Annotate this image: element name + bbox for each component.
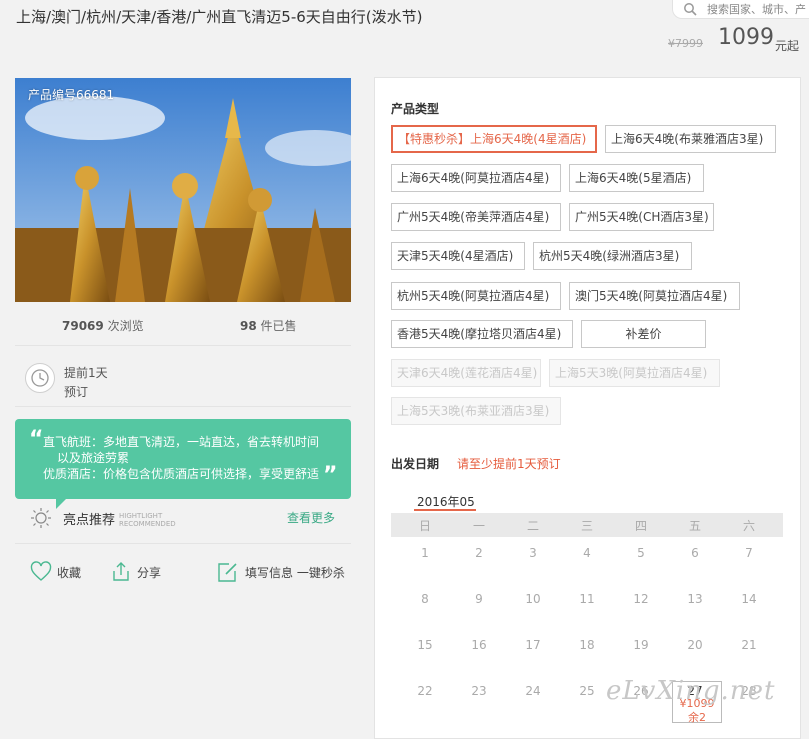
weekday-mon: 一 — [472, 519, 485, 533]
calendar-day: 8 — [421, 592, 429, 606]
calendar-month[interactable]: 2016年05 — [417, 493, 475, 510]
search-box[interactable]: 搜索国家、城市、产 — [672, 0, 809, 19]
quick-buy-label[interactable]: 填写信息 一键秒杀 — [245, 564, 345, 581]
calendar-day: 2 — [475, 546, 483, 560]
quick-buy-button[interactable]: 填写信息 一键秒杀 — [217, 561, 347, 583]
product-option[interactable]: 广州5天4晚(帝美萍酒店4星) — [391, 203, 561, 231]
sold-count-label: 件已售 — [260, 319, 297, 333]
sun-icon — [31, 508, 51, 528]
original-price: ¥7999 — [668, 37, 703, 50]
calendar-day: 12 — [633, 592, 649, 606]
search-icon — [684, 3, 697, 16]
highlight-line: 优质酒店：价格包含优质酒店可供选择，享受更舒适 — [43, 467, 320, 481]
highlight-label-en-2: RECOMMENDED — [119, 520, 176, 528]
advance-line1: 提前1天 — [64, 366, 108, 380]
quote-open-icon: “ — [29, 427, 44, 452]
weekday-thu: 四 — [634, 519, 647, 533]
highlight-label-en-1: HIGHTLIGHT — [119, 512, 163, 520]
highlight-tail — [56, 499, 66, 509]
clock-icon — [25, 363, 55, 393]
price-unit: 元起 — [775, 39, 800, 53]
calendar-day: 21 — [741, 638, 757, 652]
highlight-line: 以及旅途劳累 — [57, 451, 130, 465]
calendar-day: 3 — [529, 546, 537, 560]
calendar-day: 22 — [417, 684, 433, 698]
share-button[interactable]: 分享 — [110, 561, 170, 583]
product-title: 上海/澳门/杭州/天津/香港/广州直飞清迈5-6天自由行(泼水节) — [16, 8, 423, 26]
view-count-value: 79069 — [62, 319, 104, 333]
calendar-day: 11 — [579, 592, 595, 606]
share-icon — [113, 562, 129, 581]
calendar-day: 7 — [745, 546, 753, 560]
product-option-disabled: 上海5天3晚(布莱亚酒店3星) — [391, 397, 561, 425]
advance-booking: 提前1天 预订 — [64, 364, 108, 402]
advance-line2: 预订 — [64, 385, 89, 399]
calendar-day: 5 — [637, 546, 645, 560]
calendar-day: 6 — [691, 546, 699, 560]
product-option[interactable]: 澳门5天4晚(阿莫拉酒店4星) — [569, 282, 740, 310]
product-photo — [15, 78, 351, 302]
sold-count: 98 件已售 — [240, 317, 297, 334]
divider — [15, 345, 351, 346]
see-more-link[interactable]: 查看更多 — [287, 509, 335, 526]
weekday-fri: 五 — [688, 519, 701, 533]
weekday-sun: 日 — [418, 519, 431, 533]
view-count: 79069 次浏览 — [62, 317, 144, 334]
highlight-box: “ 直飞航班：多地直飞清迈，一站直达，省去转机时间 以及旅途劳累 优质酒店：价格… — [15, 419, 351, 499]
highlight-line: 直飞航班：多地直飞清迈，一站直达，省去转机时间 — [43, 435, 320, 449]
search-placeholder[interactable]: 搜索国家、城市、产 — [707, 1, 806, 17]
product-option[interactable]: 上海6天4晚(阿莫拉酒店4星) — [391, 164, 561, 192]
product-option[interactable]: 杭州5天4晚(绿洲酒店3星) — [533, 242, 692, 270]
divider — [15, 543, 351, 544]
share-label[interactable]: 分享 — [137, 564, 161, 581]
calendar-month-underline — [414, 509, 476, 511]
favorite-label[interactable]: 收藏 — [57, 564, 81, 581]
product-option-disabled: 天津6天4晚(莲花酒店4星) — [391, 359, 541, 387]
calendar-day: 20 — [687, 638, 703, 652]
product-option-disabled: 上海5天3晚(阿莫拉酒店4星) — [549, 359, 720, 387]
product-option[interactable]: 杭州5天4晚(阿莫拉酒店4星) — [391, 282, 561, 310]
weekday-tue: 二 — [526, 519, 539, 533]
calendar-day: 14 — [741, 592, 757, 606]
edit-icon — [218, 563, 237, 582]
product-type-label: 产品类型 — [391, 102, 440, 116]
heart-icon — [30, 561, 52, 581]
calendar-day-remaining[interactable]: 余2 — [672, 709, 722, 725]
calendar-day: 15 — [417, 638, 433, 652]
current-price: 1099 — [718, 25, 774, 50]
weekday-sat: 六 — [742, 519, 755, 533]
product-option[interactable]: 天津5天4晚(4星酒店) — [391, 242, 525, 270]
calendar-day: 9 — [475, 592, 483, 606]
calendar-day: 13 — [687, 592, 703, 606]
sold-count-value: 98 — [240, 319, 257, 333]
product-option[interactable]: 上海6天4晚(5星酒店) — [569, 164, 704, 192]
favorite-button[interactable]: 收藏 — [30, 561, 90, 583]
calendar-day: 10 — [525, 592, 541, 606]
divider — [15, 406, 351, 407]
quote-close-icon: ” — [323, 463, 338, 488]
product-number: 产品编号66681 — [28, 88, 115, 102]
view-count-label: 次浏览 — [107, 319, 144, 333]
product-option-selected[interactable]: 【特惠秒杀】上海6天4晚(4星酒店) — [391, 125, 597, 153]
calendar-day: 4 — [583, 546, 591, 560]
departure-note: 请至少提前1天预订 — [457, 457, 561, 471]
departure-label: 出发日期 — [391, 457, 440, 471]
weekday-wed: 三 — [580, 519, 593, 533]
calendar-day: 1 — [421, 546, 429, 560]
watermark: eLvXing.net — [606, 676, 776, 706]
calendar-day: 16 — [471, 638, 487, 652]
calendar-day: 23 — [471, 684, 487, 698]
calendar-day: 17 — [525, 638, 541, 652]
calendar-day: 24 — [525, 684, 541, 698]
calendar-day: 19 — [633, 638, 649, 652]
calendar-day: 18 — [579, 638, 595, 652]
highlight-label-en: HIGHTLIGHT RECOMMENDED — [119, 512, 176, 528]
product-option[interactable]: 香港5天4晚(摩拉塔贝酒店4星) — [391, 320, 573, 348]
product-option[interactable]: 上海6天4晚(布莱雅酒店3星) — [605, 125, 776, 153]
product-option[interactable]: 广州5天4晚(CH酒店3星) — [569, 203, 714, 231]
highlight-label: 亮点推荐 — [63, 513, 116, 528]
product-option-price-diff[interactable]: 补差价 — [581, 320, 706, 348]
